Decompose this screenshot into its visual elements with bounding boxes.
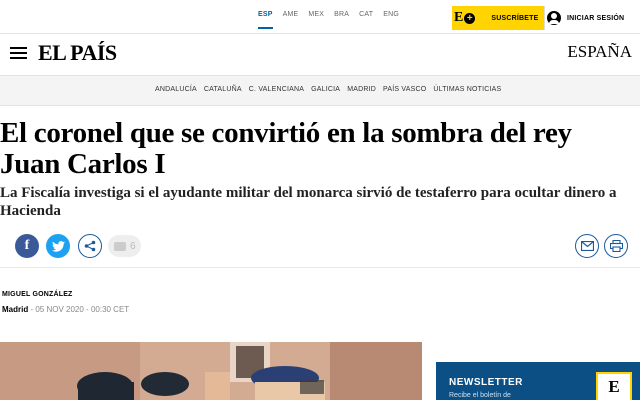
edition-esp[interactable]: ESP [258,11,273,29]
nav-item-galicia[interactable]: GALICIA [311,86,340,93]
masthead: EL PAÍS ESPAÑA [0,34,640,76]
top-bar: ESP AME MEX BRA CAT ENG E + SUSCRÍBETE I… [0,0,640,34]
login-button[interactable]: INICIAR SESIÓN [544,6,640,30]
user-icon [547,11,561,25]
edition-ame[interactable]: AME [283,11,299,18]
share-bar: f 6 [0,232,640,268]
nav-item-cataluna[interactable]: CATALUÑA [204,86,242,93]
edition-cat[interactable]: CAT [359,11,373,18]
comment-count: 6 [130,240,136,252]
edition-eng[interactable]: ENG [383,11,399,18]
share-icon[interactable] [78,234,102,258]
nav-item-pais-vasco[interactable]: PAÍS VASCO [383,86,426,93]
nav-item-andalucia[interactable]: ANDALUCÍA [155,86,197,93]
dateline: Madrid - 05 NOV 2020 - 00:30 CET [2,305,129,314]
edition-selector: ESP AME MEX BRA CAT ENG [258,11,409,29]
section-nav: ANDALUCÍA CATALUÑA C. VALENCIANA GALICIA… [0,76,640,106]
site-logo[interactable]: EL PAÍS [38,40,117,66]
edition-mex[interactable]: MEX [308,11,324,18]
comments-button[interactable]: 6 [108,235,141,257]
menu-icon[interactable] [10,47,27,59]
article-headline: El coronel que se convirtió en la sombra… [0,117,572,180]
nav-item-ultimas-noticias[interactable]: ÚLTIMAS NOTICIAS [433,86,501,93]
newsletter-box[interactable]: NEWSLETTER Recibe el boletín de E [436,362,640,400]
publish-date: - 05 NOV 2020 - 00:30 CET [30,305,130,314]
plus-icon: + [464,12,476,24]
twitter-icon[interactable] [46,234,70,258]
print-icon[interactable] [604,234,628,258]
subscribe-button[interactable]: E + SUSCRÍBETE [452,6,544,30]
nav-item-madrid[interactable]: MADRID [347,86,376,93]
location: Madrid [2,305,29,314]
article-photo[interactable] [0,342,422,400]
facebook-icon[interactable]: f [15,234,39,258]
subscribe-label: SUSCRÍBETE [491,14,539,22]
newsletter-logo: E [596,372,632,400]
newsletter-title: NEWSLETTER [449,377,523,388]
comment-icon [114,241,126,251]
el-pais-plus-logo: E [454,10,464,25]
newsletter-text: Recibe el boletín de [449,392,511,399]
author-name[interactable]: MIGUEL GONZÁLEZ [2,291,73,298]
nav-item-c-valenciana[interactable]: C. VALENCIANA [249,86,304,93]
article-subheadline: La Fiscalía investiga si el ayudante mil… [0,185,617,219]
region-label[interactable]: ESPAÑA [567,42,632,62]
edition-bra[interactable]: BRA [334,11,349,18]
mail-icon[interactable] [575,234,599,258]
login-label: INICIAR SESIÓN [567,14,625,22]
